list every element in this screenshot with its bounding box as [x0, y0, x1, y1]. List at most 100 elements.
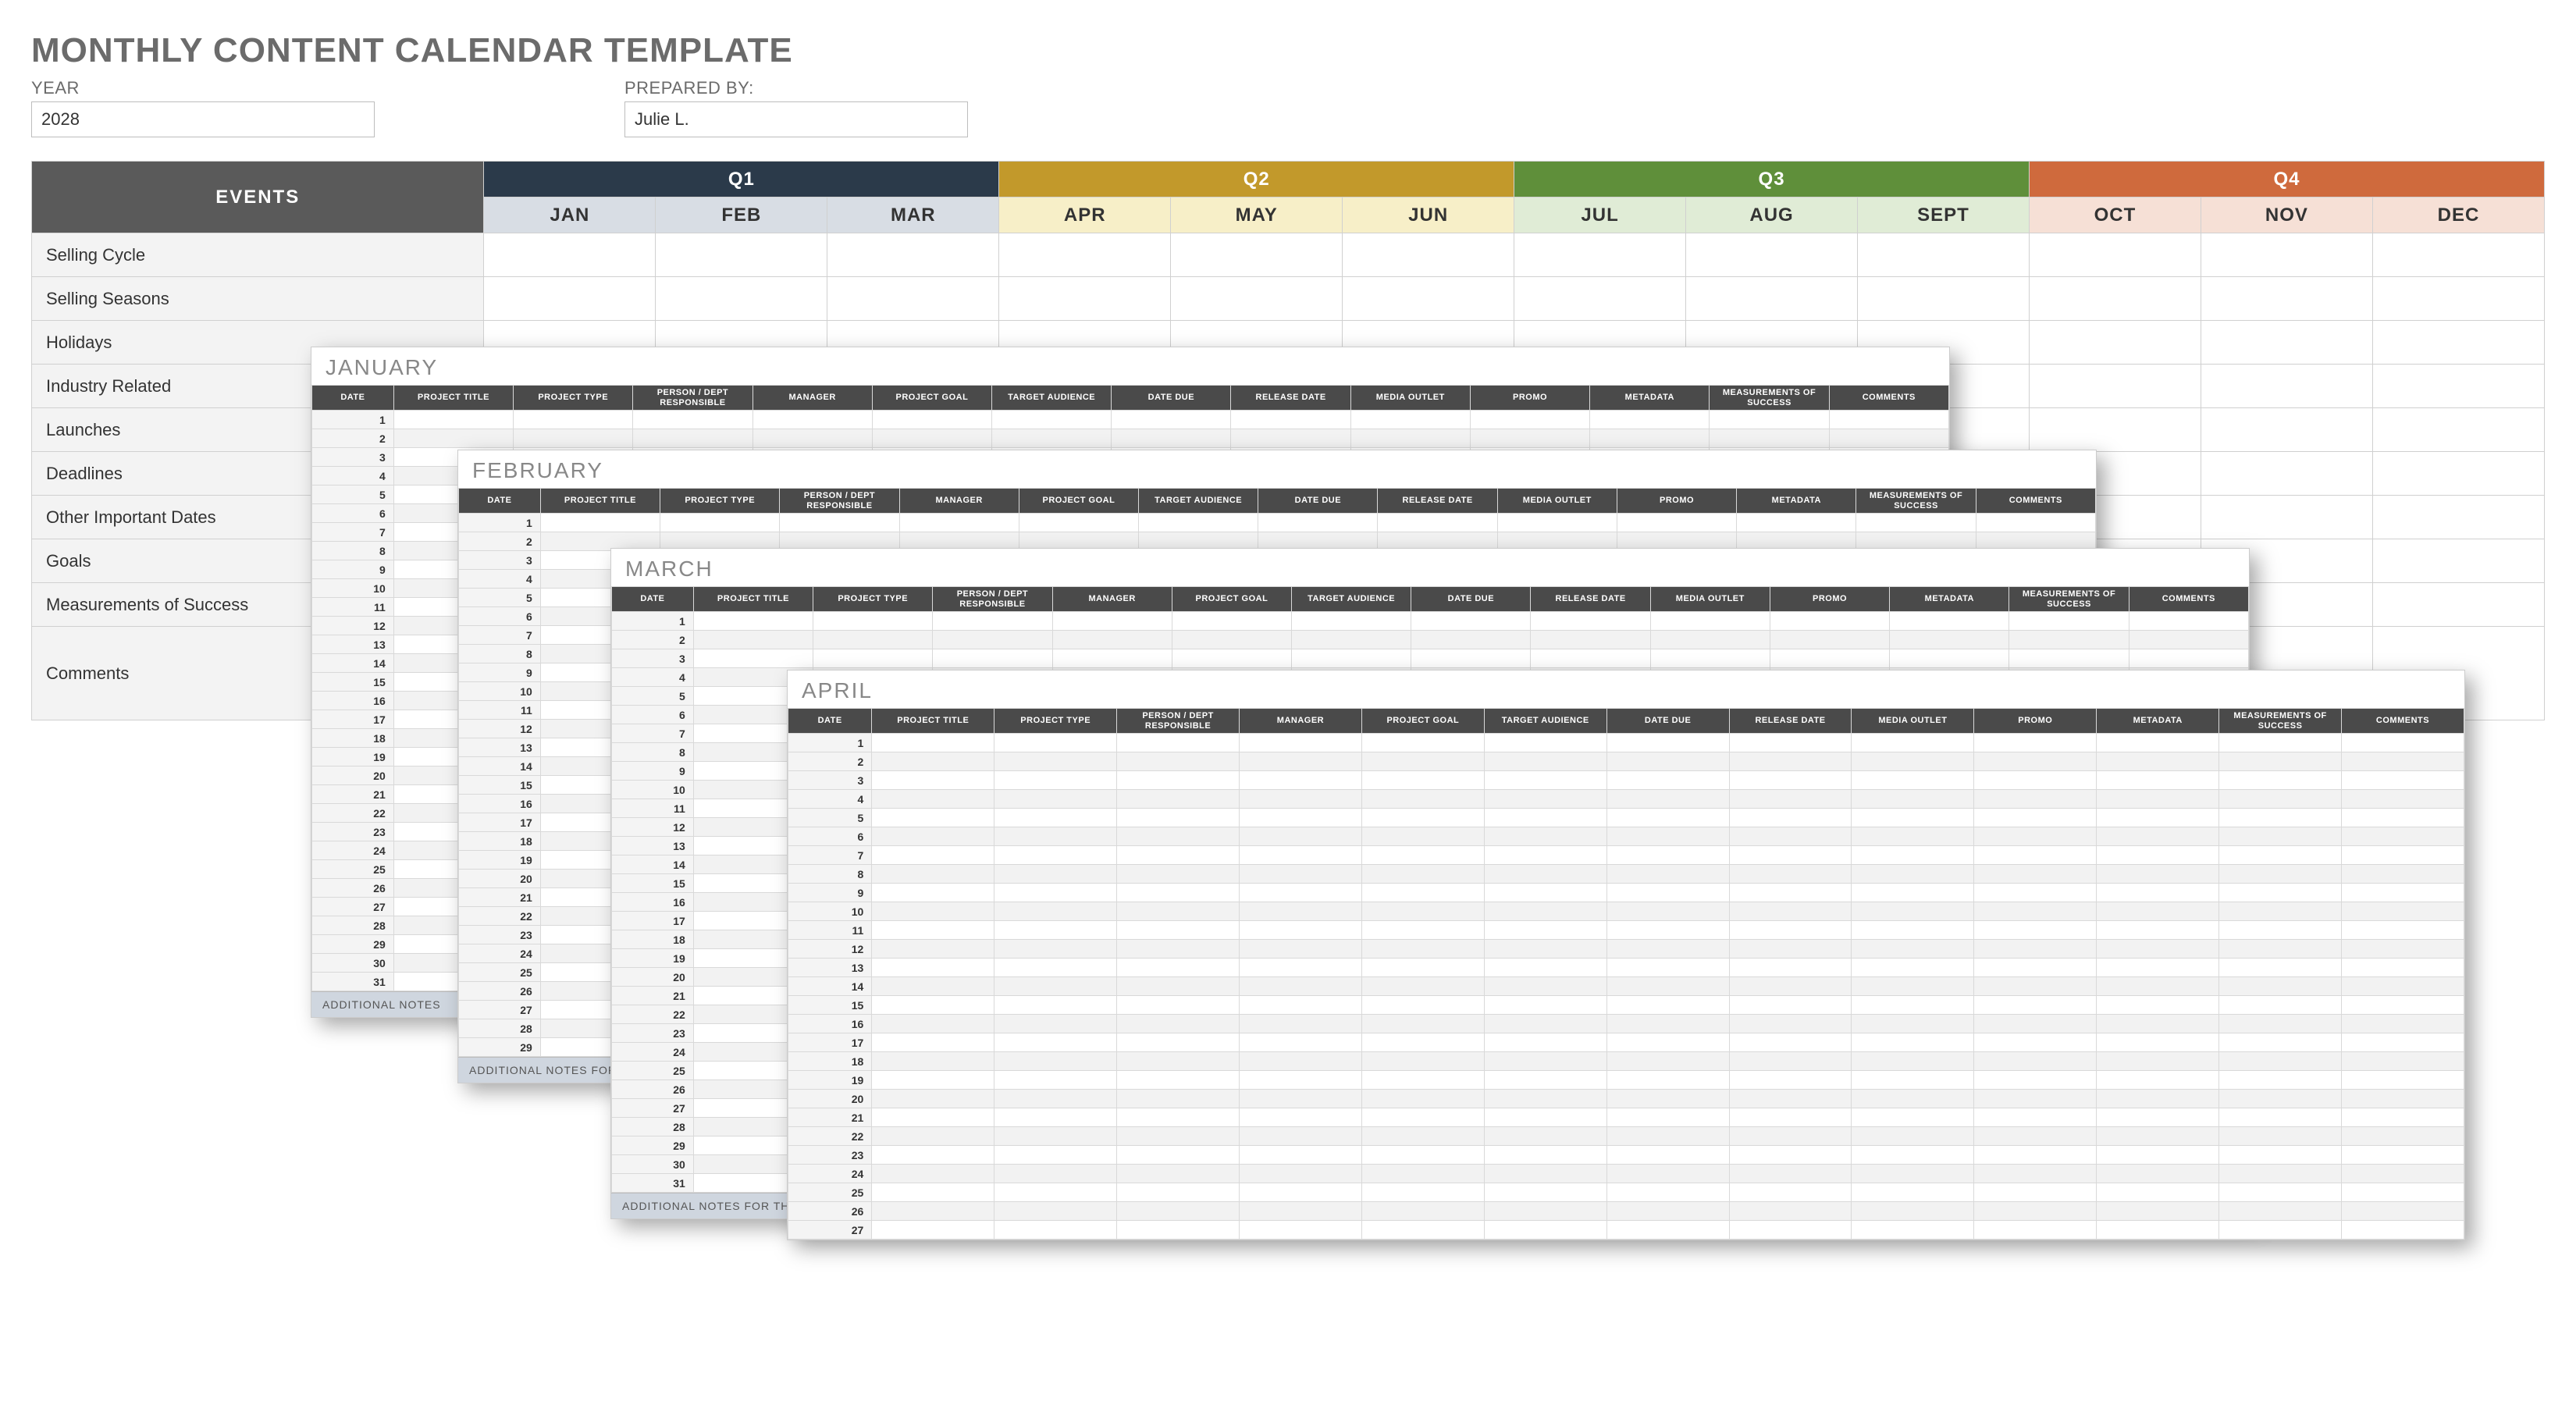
month-data-cell[interactable]: [1829, 411, 1948, 429]
month-data-cell[interactable]: [1729, 1052, 1852, 1071]
month-data-cell[interactable]: [1531, 631, 1650, 649]
month-data-cell[interactable]: [1361, 809, 1484, 827]
month-data-cell[interactable]: [1852, 921, 1974, 940]
month-data-cell[interactable]: [1974, 865, 2097, 884]
month-data-cell[interactable]: [1484, 1127, 1606, 1146]
event-cell[interactable]: [827, 277, 999, 321]
month-data-cell[interactable]: [1606, 1221, 1729, 1240]
month-data-cell[interactable]: [1117, 1052, 1240, 1071]
month-data-cell[interactable]: [813, 612, 933, 631]
month-data-cell[interactable]: [393, 411, 513, 429]
month-data-cell[interactable]: [1484, 809, 1606, 827]
month-data-cell[interactable]: [1606, 940, 1729, 959]
month-data-cell[interactable]: [1484, 996, 1606, 1015]
month-data-cell[interactable]: [1361, 1202, 1484, 1221]
month-data-cell[interactable]: [1974, 1033, 2097, 1052]
month-data-cell[interactable]: [1852, 1202, 1974, 1221]
event-cell[interactable]: [2029, 321, 2201, 365]
event-cell[interactable]: [2372, 365, 2544, 408]
month-data-cell[interactable]: [1240, 790, 1362, 809]
month-data-cell[interactable]: [1052, 612, 1172, 631]
month-data-cell[interactable]: [2342, 771, 2464, 790]
month-data-cell[interactable]: [2219, 1183, 2342, 1202]
month-data-cell[interactable]: [813, 649, 933, 668]
month-data-cell[interactable]: [1729, 734, 1852, 752]
event-cell[interactable]: [2201, 321, 2372, 365]
event-cell[interactable]: [484, 233, 656, 277]
month-data-cell[interactable]: [1852, 771, 1974, 790]
month-data-cell[interactable]: [2342, 921, 2464, 940]
month-data-cell[interactable]: [1484, 884, 1606, 902]
month-data-cell[interactable]: [872, 1052, 994, 1071]
event-cell[interactable]: [2029, 277, 2201, 321]
month-data-cell[interactable]: [872, 959, 994, 977]
month-data-cell[interactable]: [2219, 940, 2342, 959]
month-data-cell[interactable]: [1240, 809, 1362, 827]
year-input[interactable]: [31, 101, 375, 137]
month-data-cell[interactable]: [1976, 514, 2095, 532]
month-data-cell[interactable]: [2219, 921, 2342, 940]
month-data-cell[interactable]: [2097, 1202, 2219, 1221]
month-data-cell[interactable]: [1361, 1183, 1484, 1202]
month-data-cell[interactable]: [872, 940, 994, 959]
month-data-cell[interactable]: [1974, 1127, 2097, 1146]
month-data-cell[interactable]: [1139, 514, 1258, 532]
month-data-cell[interactable]: [872, 1183, 994, 1202]
month-data-cell[interactable]: [1484, 940, 1606, 959]
month-data-cell[interactable]: [2097, 790, 2219, 809]
month-data-cell[interactable]: [1117, 790, 1240, 809]
month-data-cell[interactable]: [2342, 1221, 2464, 1240]
month-data-cell[interactable]: [1974, 959, 2097, 977]
month-data-cell[interactable]: [872, 921, 994, 940]
month-data-cell[interactable]: [1974, 977, 2097, 996]
month-data-cell[interactable]: [1484, 846, 1606, 865]
month-data-cell[interactable]: [1240, 902, 1362, 921]
month-data-cell[interactable]: [1117, 809, 1240, 827]
month-data-cell[interactable]: [1361, 1015, 1484, 1033]
month-data-cell[interactable]: [1770, 631, 1889, 649]
month-data-cell[interactable]: [1240, 1202, 1362, 1221]
month-data-cell[interactable]: [2342, 1090, 2464, 1108]
month-data-cell[interactable]: [872, 1108, 994, 1127]
month-data-cell[interactable]: [2219, 1146, 2342, 1165]
event-cell[interactable]: [2372, 277, 2544, 321]
month-data-cell[interactable]: [1729, 921, 1852, 940]
month-data-cell[interactable]: [2342, 734, 2464, 752]
month-data-cell[interactable]: [872, 977, 994, 996]
month-data-cell[interactable]: [1361, 959, 1484, 977]
month-data-cell[interactable]: [1729, 959, 1852, 977]
month-data-cell[interactable]: [2342, 1071, 2464, 1090]
event-cell[interactable]: [2029, 233, 2201, 277]
month-data-cell[interactable]: [1470, 429, 1589, 448]
month-data-cell[interactable]: [1729, 1221, 1852, 1240]
month-data-cell[interactable]: [1829, 429, 1948, 448]
month-data-cell[interactable]: [2219, 865, 2342, 884]
month-data-cell[interactable]: [2342, 865, 2464, 884]
month-data-cell[interactable]: [1729, 1033, 1852, 1052]
month-data-cell[interactable]: [1484, 1202, 1606, 1221]
month-data-cell[interactable]: [1117, 940, 1240, 959]
month-data-cell[interactable]: [2097, 959, 2219, 977]
month-data-cell[interactable]: [872, 1015, 994, 1033]
month-data-cell[interactable]: [1240, 959, 1362, 977]
month-data-cell[interactable]: [693, 649, 813, 668]
event-cell[interactable]: [827, 233, 999, 277]
month-data-cell[interactable]: [2097, 940, 2219, 959]
month-data-cell[interactable]: [1484, 752, 1606, 771]
month-data-cell[interactable]: [1606, 771, 1729, 790]
month-data-cell[interactable]: [1240, 1108, 1362, 1127]
month-data-cell[interactable]: [994, 1015, 1117, 1033]
month-data-cell[interactable]: [1852, 940, 1974, 959]
month-data-cell[interactable]: [872, 1071, 994, 1090]
month-data-cell[interactable]: [2097, 809, 2219, 827]
month-data-cell[interactable]: [1606, 996, 1729, 1015]
month-data-cell[interactable]: [1852, 1071, 1974, 1090]
month-data-cell[interactable]: [2342, 827, 2464, 846]
month-data-cell[interactable]: [2129, 631, 2248, 649]
month-data-cell[interactable]: [1890, 649, 2009, 668]
month-data-cell[interactable]: [1770, 649, 1889, 668]
event-cell[interactable]: [1686, 277, 1858, 321]
month-data-cell[interactable]: [1729, 977, 1852, 996]
month-data-cell[interactable]: [994, 790, 1117, 809]
month-data-cell[interactable]: [1117, 1202, 1240, 1221]
